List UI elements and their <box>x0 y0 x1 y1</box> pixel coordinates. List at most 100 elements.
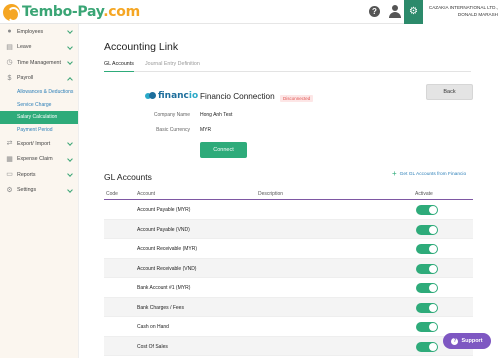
activate-toggle[interactable] <box>416 322 438 332</box>
chevron-up-icon <box>67 76 73 83</box>
table-row: Bank Account #1 (MYR) <box>104 278 473 298</box>
financio-logo-text: financ <box>158 91 189 101</box>
chevron-down-icon <box>67 171 73 177</box>
activate-toggle[interactable] <box>416 341 438 352</box>
financio-logo: financio <box>145 91 198 101</box>
table-row: Account Receivable (MYR) <box>104 239 473 259</box>
activate-toggle[interactable] <box>416 205 438 215</box>
column-header-code[interactable]: Code <box>106 191 118 197</box>
sidebar-subitem-payment-period[interactable]: Payment Period <box>0 124 78 137</box>
table-row: Account Payable (MYR) <box>104 200 473 220</box>
chevron-down-icon <box>67 43 73 50</box>
activate-toggle[interactable] <box>416 224 438 235</box>
chevron-down-icon <box>67 28 73 34</box>
reports-icon: ▭ <box>6 171 13 179</box>
account-cell: Account Payable (VND) <box>137 226 190 233</box>
sidebar-item-label: Reports <box>17 171 36 178</box>
company-name-value: Hong Anh Test <box>200 112 233 118</box>
sidebar-item-export-import[interactable]: ⇄ Export/ Import <box>0 136 78 152</box>
account-cell: Bank Charges / Fees <box>137 304 184 311</box>
financio-logo-suffix: io <box>188 91 199 101</box>
help-icon[interactable]: ? <box>369 6 380 17</box>
sidebar-item-payroll[interactable]: $ Payroll <box>0 71 78 87</box>
leave-icon: ▤ <box>6 43 13 51</box>
sidebar-item-label: Time Management <box>17 59 61 66</box>
sidebar-item-label: Leave <box>17 44 32 51</box>
table-row: Cash on Hand <box>104 317 473 337</box>
table-row: Account Payable (VND) <box>104 219 473 239</box>
support-button[interactable]: ? Support <box>443 333 491 349</box>
activate-toggle[interactable] <box>416 283 438 293</box>
top-bar: Tembo-Pay.com ? ⚙ CAZAKIA INTERNATIONAL … <box>0 0 500 24</box>
table-row: Cost Of Sales <box>104 336 473 356</box>
logo-mark-icon <box>3 3 20 22</box>
status-badge: Disconnected <box>280 95 314 102</box>
sidebar-item-label: Export/ Import <box>17 140 51 147</box>
expense-icon: ▦ <box>6 155 13 163</box>
employees-icon: ● <box>7 28 12 36</box>
column-header-description[interactable]: Description <box>258 191 283 197</box>
financio-logo-icon <box>145 92 156 100</box>
table-header: Code Account Description Activate <box>104 188 473 200</box>
sidebar-item-settings[interactable]: ⚙ Settings <box>0 183 78 199</box>
get-gl-accounts-label: Get GL Accounts from Financio <box>399 171 467 177</box>
logo-text: Tembo-Pay <box>22 4 104 20</box>
main-content: Accounting Link GL Accounts Journal Entr… <box>79 24 500 358</box>
sidebar-item-expense-claim[interactable]: ▦ Expense Claim <box>0 152 78 168</box>
chevron-down-icon <box>67 59 73 65</box>
connection-title: Financio Connection <box>200 92 275 101</box>
sidebar-subitem-salary-calculation[interactable]: Salary Calculation <box>0 111 78 124</box>
page-title: Accounting Link <box>104 41 179 53</box>
sidebar-item-label: Expense Claim <box>17 156 53 163</box>
account-cell: Account Receivable (MYR) <box>137 246 198 252</box>
chevron-down-icon <box>67 140 73 146</box>
sidebar-item-leave[interactable]: ▤ Leave <box>0 40 78 56</box>
account-cell: Account Payable (MYR) <box>137 207 191 213</box>
get-gl-accounts-link[interactable]: + Get GL Accounts from Financio <box>392 169 467 178</box>
gl-accounts-heading: GL Accounts <box>104 172 152 182</box>
plus-icon: + <box>392 169 397 178</box>
activate-toggle[interactable] <box>416 302 438 313</box>
tab-journal-entry-definition[interactable]: Journal Entry Definition <box>145 60 200 72</box>
table-row: Bank Charges / Fees <box>104 297 473 317</box>
company-name-label: Company Name <box>153 112 190 118</box>
settings-icon: ⚙ <box>6 186 13 194</box>
account-cell: Cash on Hand <box>137 324 169 330</box>
sidebar-subitem-allowances[interactable]: Allowances & Deductions <box>0 86 78 99</box>
activate-toggle[interactable] <box>416 244 438 254</box>
tab-bar: GL Accounts Journal Entry Definition <box>104 60 471 72</box>
company-switch-icon: ⚙ <box>404 0 423 24</box>
tab-gl-accounts[interactable]: GL Accounts <box>104 60 134 72</box>
sidebar-item-label: Settings <box>17 187 37 194</box>
logo-suffix: .com <box>103 4 140 20</box>
sidebar-item-label: Employees <box>17 28 44 35</box>
app-logo[interactable]: Tembo-Pay.com <box>3 3 140 22</box>
account-cell: Cost Of Sales <box>137 343 168 350</box>
basic-currency-value: MYR <box>200 127 212 133</box>
chevron-down-icon <box>67 186 73 193</box>
column-header-account[interactable]: Account <box>137 191 155 197</box>
chevron-down-icon <box>67 155 73 162</box>
clock-icon: ◷ <box>6 59 13 67</box>
sidebar-subitem-service-charge[interactable]: Service Charge <box>0 99 78 112</box>
sidebar-item-label: Payroll <box>17 75 34 82</box>
back-button[interactable]: Back <box>426 84 473 100</box>
export-icon: ⇄ <box>6 140 13 148</box>
gl-accounts-table: Code Account Description Activate Accoun… <box>104 188 473 356</box>
sidebar-item-time-management[interactable]: ◷ Time Management <box>0 55 78 71</box>
connect-button[interactable]: Connect <box>200 142 247 158</box>
sidebar-item-reports[interactable]: ▭ Reports <box>0 167 78 183</box>
basic-currency-label: Basic Currency <box>156 127 190 133</box>
sidebar-item-employees[interactable]: ● Employees <box>0 24 78 40</box>
support-label: Support <box>461 338 483 344</box>
question-icon: ? <box>451 337 459 345</box>
payroll-icon: $ <box>7 74 12 82</box>
company-switcher[interactable]: ⚙ CAZAKIA INTERNATIONAL LTD., DONALD MAR… <box>404 0 500 24</box>
activate-toggle[interactable] <box>416 263 438 274</box>
company-name: CAZAKIA INTERNATIONAL LTD., DONALD MARAS… <box>428 5 498 17</box>
user-icon[interactable] <box>389 5 401 18</box>
account-cell: Account Receivable (VND) <box>137 265 197 272</box>
column-header-activate[interactable]: Activate <box>415 191 433 197</box>
table-row: Account Receivable (VND) <box>104 258 473 278</box>
account-cell: Bank Account #1 (MYR) <box>137 285 191 291</box>
